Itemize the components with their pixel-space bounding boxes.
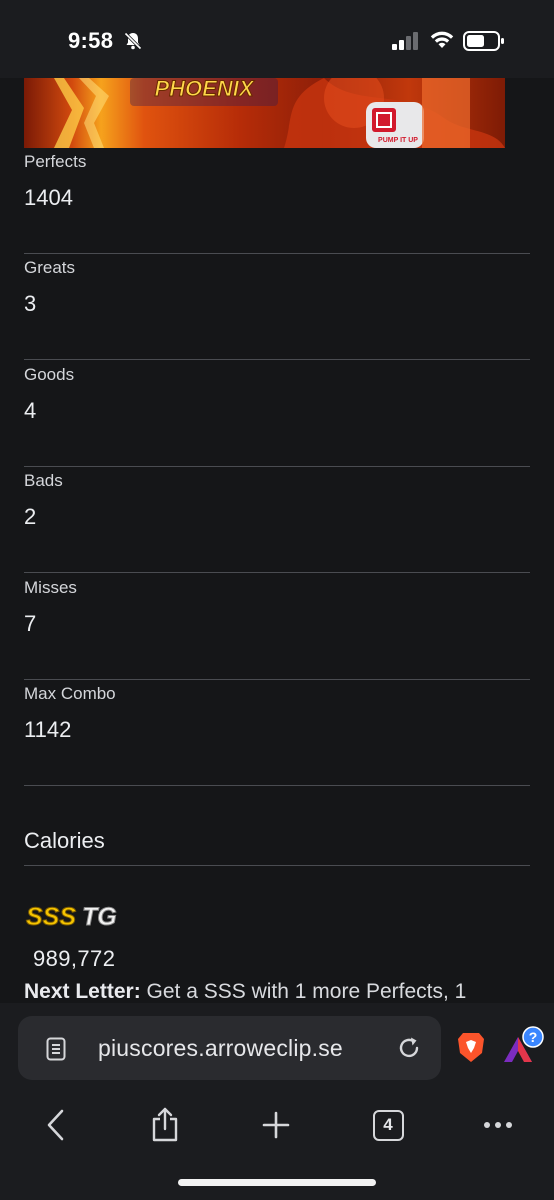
back-icon xyxy=(47,1109,64,1141)
cellular-signal-icon xyxy=(392,32,418,50)
stat-label: Bads xyxy=(24,471,63,490)
grade-badge-text: SSS xyxy=(26,903,76,931)
bell-slash-icon xyxy=(124,32,142,50)
home-indicator[interactable] xyxy=(178,1179,376,1186)
new-tab-icon xyxy=(262,1111,290,1139)
stat-label: Perfects xyxy=(24,152,87,171)
banner-artwork: PHOENIX PUMP IT UP xyxy=(54,78,505,148)
brave-lion-icon[interactable] xyxy=(457,1031,485,1063)
calories-heading: Calories xyxy=(24,828,105,853)
new-tab-button[interactable] xyxy=(254,1103,298,1147)
stat-value: 4 xyxy=(24,398,37,423)
browser-bottom-bar: piuscores.arroweclip.se ? 4 xyxy=(0,1003,554,1200)
banner-logo-text: PHOENIX xyxy=(154,78,254,101)
status-time: 9:58 xyxy=(68,28,114,53)
divider xyxy=(24,865,530,866)
stat-misses: Misses 7 xyxy=(24,574,530,680)
banner-badge-text: PUMP IT UP xyxy=(378,137,418,144)
next-letter-label: Next Letter: xyxy=(24,980,141,1003)
next-letter-hint: Next Letter: Get a SSS with 1 more Perfe… xyxy=(24,980,466,1003)
tabs-icon: 4 xyxy=(372,1109,404,1141)
stat-max-combo: Max Combo 1142 xyxy=(24,680,530,786)
stat-value: 3 xyxy=(24,291,37,316)
share-icon xyxy=(152,1107,178,1142)
score-value: 989,772 xyxy=(33,946,116,971)
stat-greats: Greats 3 xyxy=(24,254,530,360)
song-banner-image: PHOENIX PUMP IT UP xyxy=(24,78,505,148)
stat-label: Max Combo xyxy=(24,684,116,703)
more-icon xyxy=(484,1122,512,1128)
next-letter-text: Get a SSS with 1 more Perfects, 1 xyxy=(146,980,467,1003)
stat-bads: Bads 2 xyxy=(24,467,530,573)
battery-icon xyxy=(463,31,504,51)
stat-value: 2 xyxy=(24,504,37,529)
tabs-button[interactable]: 4 xyxy=(366,1103,410,1147)
back-button[interactable] xyxy=(34,1103,78,1147)
stat-value: 1404 xyxy=(24,185,73,210)
grade-sss-plus-badge-icon: SSS TG xyxy=(26,903,118,932)
page-content: PHOENIX PUMP IT UP Perfects 1404 Greats … xyxy=(0,78,554,1003)
reload-icon[interactable] xyxy=(396,1035,422,1061)
stat-perfects: Perfects 1404 xyxy=(24,148,530,254)
page-icon[interactable] xyxy=(46,1037,66,1061)
stat-value: 1142 xyxy=(24,717,72,742)
stat-label: Goods xyxy=(24,365,75,384)
address-bar[interactable]: piuscores.arroweclip.se xyxy=(18,1016,441,1080)
status-bar: 9:58 xyxy=(0,0,554,78)
tab-count: 4 xyxy=(383,1115,393,1134)
url-text[interactable]: piuscores.arroweclip.se xyxy=(98,1035,343,1062)
stat-label: Greats xyxy=(24,258,76,277)
plate-badge-text: TG xyxy=(82,903,117,931)
stat-value: 7 xyxy=(24,611,37,636)
brave-rewards-icon[interactable]: ? xyxy=(502,1025,546,1065)
stat-label: Misses xyxy=(24,578,77,597)
rewards-badge-text: ? xyxy=(529,1029,538,1045)
stat-goods: Goods 4 xyxy=(24,361,530,467)
wifi-icon xyxy=(430,31,454,48)
share-button[interactable] xyxy=(143,1103,187,1147)
more-button[interactable] xyxy=(476,1103,520,1147)
